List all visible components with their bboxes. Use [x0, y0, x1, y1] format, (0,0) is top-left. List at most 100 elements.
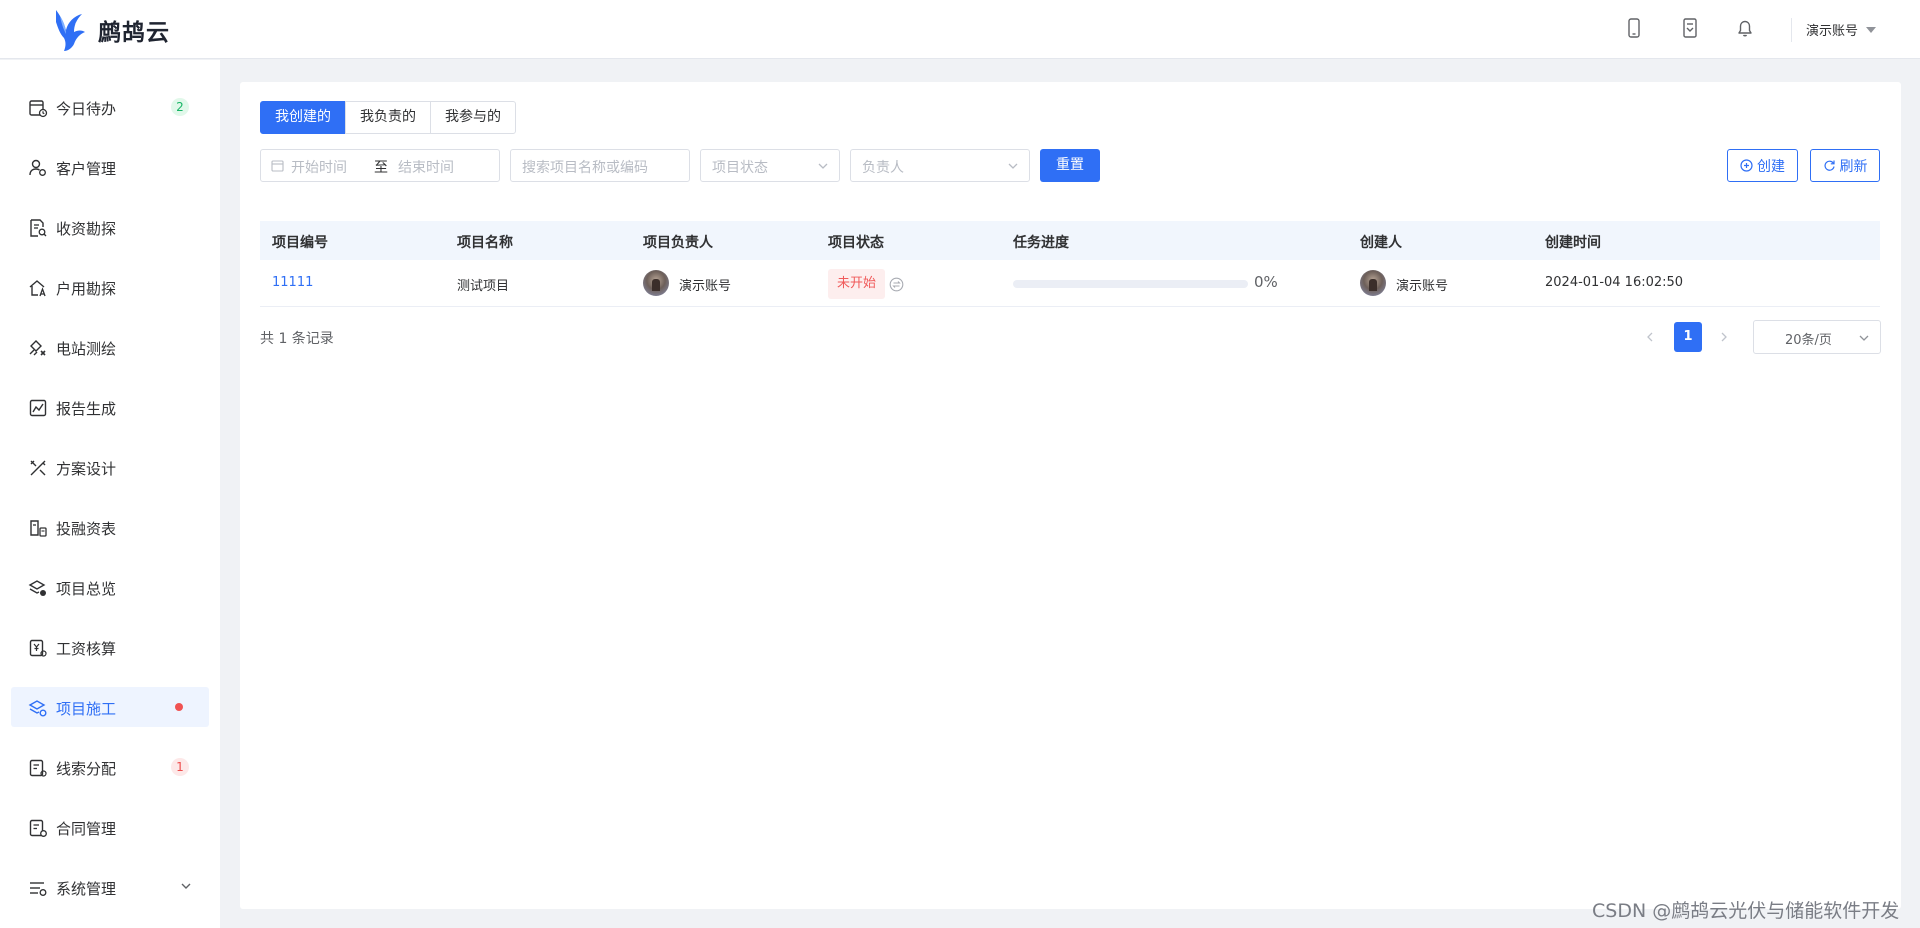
sidebar-item-contract[interactable]: 合同管理 — [11, 807, 209, 847]
sidebar-item-data-collection[interactable]: 收资勘探 — [11, 207, 209, 247]
progress-bar — [1013, 280, 1248, 288]
sidebar-item-clue-assign[interactable]: 线索分配 1 — [11, 747, 209, 787]
column-header: 项目状态 — [828, 235, 884, 251]
design-tools-icon — [30, 460, 46, 476]
sidebar-item-label: 投融资表 — [56, 520, 117, 538]
sidebar-item-label: 项目施工 — [56, 700, 117, 718]
sidebar-item-label: 方案设计 — [56, 460, 117, 478]
clue-count-badge: 1 — [171, 758, 189, 776]
settings-sliders-icon — [30, 882, 47, 896]
column-header: 创建时间 — [1545, 235, 1601, 251]
chevron-down-icon — [181, 883, 191, 889]
table-header: 项目编号 项目名称 项目负责人 项目状态 任务进度 创建人 创建时间 — [260, 221, 1880, 260]
brand-name: 鹧鸪云 — [98, 20, 170, 46]
status-select[interactable]: 项目状态 — [700, 149, 840, 182]
sidebar-item-project-construction[interactable]: 项目施工 — [11, 687, 209, 727]
chevron-down-icon — [1008, 163, 1018, 169]
bell-icon[interactable] — [1734, 17, 1756, 39]
end-date-input[interactable]: 结束时间 — [398, 157, 454, 177]
created-time: 2024-01-04 16:02:50 — [1545, 275, 1684, 290]
main-panel — [240, 82, 1901, 909]
layers-construction-icon — [28, 700, 47, 717]
project-code-link[interactable]: 11111 — [272, 275, 313, 290]
report-chart-icon — [29, 399, 47, 417]
search-input[interactable]: 搜索项目名称或编码 — [510, 149, 690, 182]
reset-button[interactable]: 重置 — [1040, 149, 1100, 182]
brand-logo[interactable]: 鹧鸪云 — [52, 8, 170, 52]
tab-participating[interactable]: 我参与的 — [430, 101, 516, 134]
column-header: 创建人 — [1360, 235, 1402, 251]
contract-icon — [29, 819, 47, 837]
refresh-button[interactable]: 刷新 — [1810, 149, 1880, 182]
table-row[interactable]: 11111 测试项目 演示账号 未开始 0% 演示账号 2024-01-04 1… — [260, 260, 1880, 307]
document-icon[interactable] — [1679, 17, 1701, 39]
sidebar-item-label: 今日待办 — [56, 100, 117, 118]
chevron-right-icon[interactable] — [1718, 331, 1730, 343]
sidebar-item-station-survey[interactable]: 电站测绘 — [11, 327, 209, 367]
refresh-label: 刷新 — [1839, 158, 1868, 175]
project-name: 测试项目 — [457, 279, 510, 294]
clue-list-icon — [29, 759, 47, 777]
customer-gear-icon — [29, 159, 46, 176]
top-header: 鹧鸪云 演示账号 — [0, 0, 1920, 59]
column-header: 项目编号 — [272, 235, 328, 251]
sidebar-item-label: 户用勘探 — [56, 280, 117, 298]
status-badge: 未开始 — [828, 269, 886, 299]
todo-count-badge: 2 — [171, 98, 189, 116]
finance-table-icon — [30, 520, 47, 537]
column-header: 项目名称 — [457, 235, 513, 251]
sidebar-item-customer[interactable]: 客户管理 — [11, 147, 209, 187]
notification-dot — [175, 703, 183, 711]
sidebar-item-project-overview[interactable]: 项目总览 — [11, 567, 209, 607]
avatar — [1360, 270, 1386, 296]
caret-down-icon — [1866, 26, 1877, 33]
sidebar-item-label: 合同管理 — [56, 820, 117, 838]
tab-responsible[interactable]: 我负责的 — [345, 101, 431, 134]
chevron-down-icon — [1859, 335, 1869, 341]
switch-status-icon[interactable] — [889, 277, 904, 292]
sidebar-item-plan-design[interactable]: 方案设计 — [11, 447, 209, 487]
start-date-input[interactable]: 开始时间 — [291, 157, 347, 177]
layers-overview-icon — [28, 580, 46, 596]
create-button[interactable]: 创建 — [1727, 149, 1798, 182]
refresh-icon — [1823, 160, 1835, 171]
chevron-down-icon — [818, 163, 828, 169]
user-menu[interactable]: 演示账号 — [1806, 20, 1877, 39]
sidebar-item-label: 收资勘探 — [56, 220, 117, 238]
sidebar-item-system[interactable]: 系统管理 — [11, 867, 209, 907]
sidebar-item-label: 项目总览 — [56, 580, 117, 598]
calendar-icon — [271, 160, 284, 172]
sidebar-item-label: 工资核算 — [56, 640, 117, 658]
avatar — [643, 270, 669, 296]
status-placeholder: 项目状态 — [712, 160, 768, 176]
sidebar-item-household-survey[interactable]: 户用勘探 — [11, 267, 209, 307]
tab-created-by-me[interactable]: 我创建的 — [260, 101, 346, 134]
watermark-text: CSDN @鹧鸪云光伏与储能软件开发 — [1592, 900, 1900, 922]
project-table: 项目编号 项目名称 项目负责人 项目状态 任务进度 创建人 创建时间 11111… — [260, 221, 1880, 307]
sidebar-item-payroll[interactable]: 工资核算 — [11, 627, 209, 667]
sidebar-item-today-todo[interactable]: 今日待办 2 — [11, 87, 209, 127]
page-size-select[interactable]: 20条/页 — [1753, 320, 1881, 354]
sidebar-item-report[interactable]: 报告生成 — [11, 387, 209, 427]
page-size-value: 20条/页 — [1785, 333, 1832, 348]
creator-name: 演示账号 — [1396, 279, 1449, 294]
sidebar-item-label: 线索分配 — [56, 760, 117, 778]
chevron-left-icon[interactable] — [1644, 331, 1656, 343]
owner-select[interactable]: 负责人 — [850, 149, 1030, 182]
calendar-todo-icon — [29, 100, 48, 118]
payroll-icon — [29, 639, 47, 657]
header-divider — [1791, 18, 1792, 42]
mobile-icon[interactable] — [1623, 17, 1645, 39]
date-range-picker[interactable]: 开始时间 至 结束时间 — [260, 149, 500, 182]
document-search-icon — [30, 219, 47, 237]
sidebar-item-investment[interactable]: 投融资表 — [11, 507, 209, 547]
sidebar-item-label: 系统管理 — [56, 880, 117, 898]
owner-name: 演示账号 — [679, 279, 732, 294]
sidebar-item-label: 电站测绘 — [56, 340, 117, 358]
house-icon — [29, 280, 46, 297]
page-number-current[interactable]: 1 — [1674, 322, 1702, 352]
plus-circle-icon — [1740, 159, 1753, 172]
range-separator: 至 — [374, 160, 388, 176]
progress-percent: 0% — [1254, 273, 1278, 291]
column-header: 项目负责人 — [643, 235, 713, 251]
